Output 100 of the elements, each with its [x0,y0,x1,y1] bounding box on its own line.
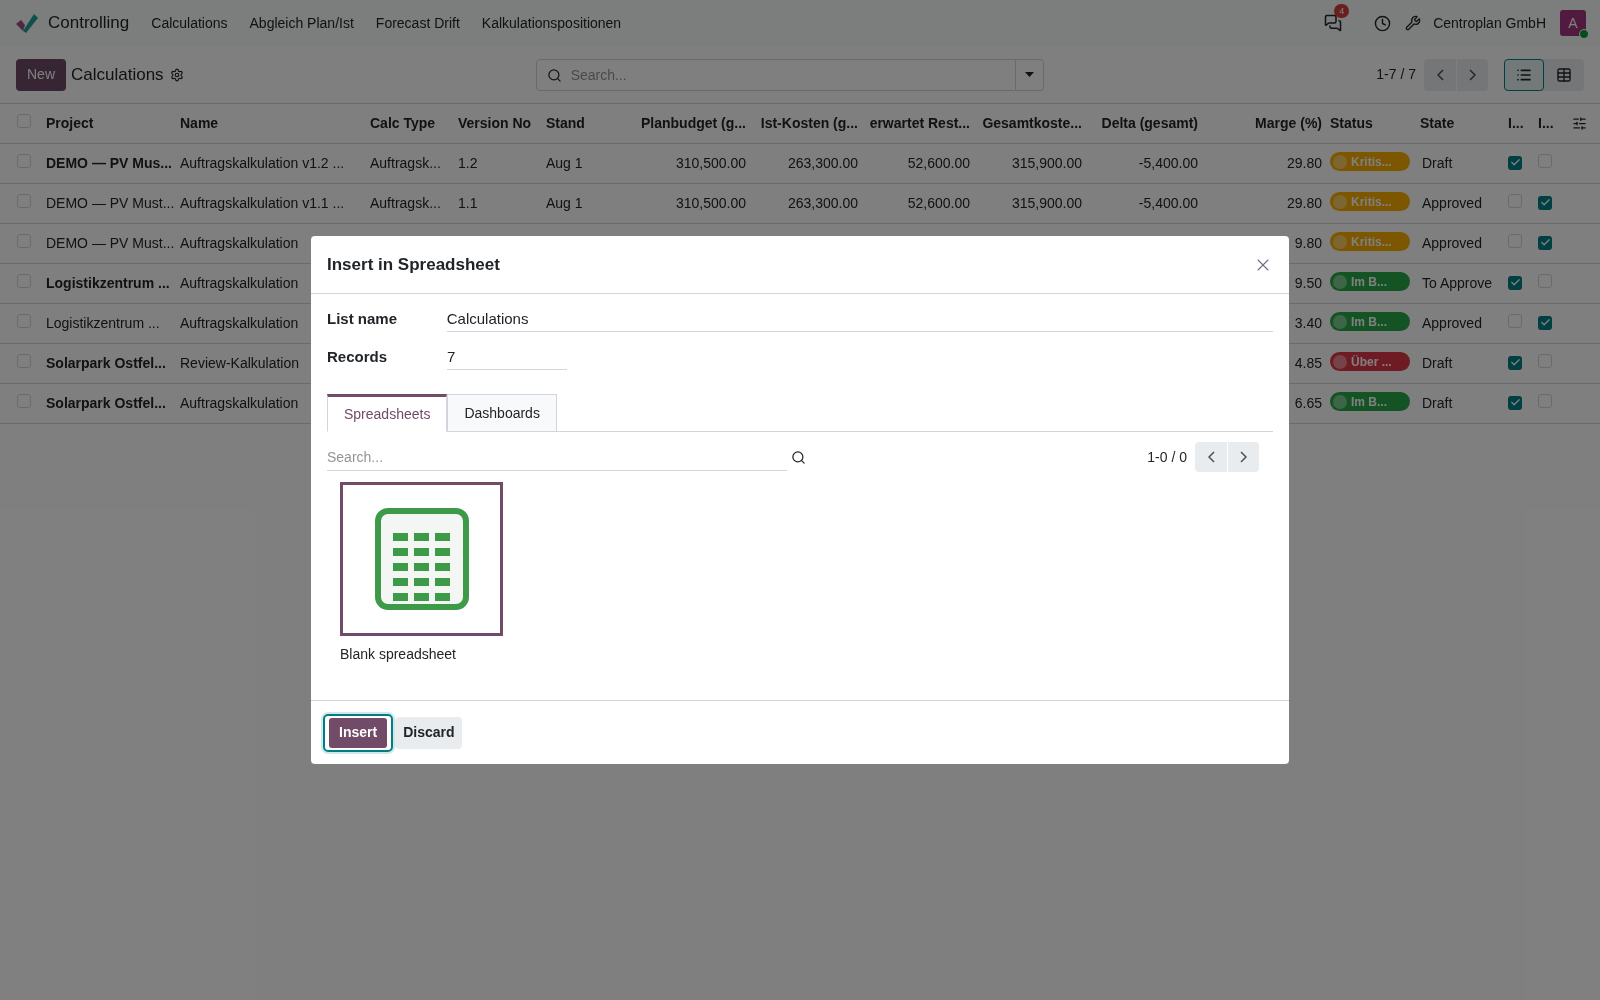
menu-item[interactable]: Abgleich Plan/Ist [249,12,354,34]
column-header[interactable]: Delta (gesamt) [1088,113,1204,134]
checkbox[interactable] [1508,275,1522,290]
menu-item[interactable]: Kalkulationspositionen [481,12,622,34]
table-cell: Auftragskalkulation [180,315,299,331]
spreadsheet-card[interactable] [340,482,503,636]
pager-text: 1-0 / 0 [1147,447,1187,467]
app-name[interactable]: Controlling [48,10,130,36]
list-view-button[interactable] [1504,58,1544,91]
discard-button[interactable]: Discard [395,716,463,749]
table-cell: Solarpark Ostfel... [46,355,166,371]
menu-item[interactable]: Calculations [151,12,228,34]
chat-icon[interactable] [1324,14,1343,32]
pager-text: 1-7 / 7 [1376,65,1416,84]
checkbox[interactable] [1538,235,1552,250]
checkbox[interactable] [1538,195,1552,210]
table-cell: 9.80 [1294,235,1322,251]
table-cell: 52,600.00 [907,155,970,171]
page-title: Calculations [71,63,164,86]
search-dropdown-toggle[interactable] [1015,58,1044,91]
field-label: List name [327,308,399,329]
caret-icon [1024,72,1034,77]
column-header[interactable]: Status [1328,113,1418,134]
user-avatar[interactable]: A [1560,10,1586,36]
table-cell: Logistikzentrum ... [46,275,170,291]
table-cell: Solarpark Ostfel... [46,395,166,411]
chevron-left-icon [1207,451,1215,463]
table-cell-text: Draft [1421,154,1454,173]
settings-icon[interactable] [169,67,184,82]
table-cell: Auftragsk... [370,155,441,171]
column-header[interactable]: I... [1506,113,1536,134]
checkbox[interactable] [1508,155,1522,170]
column-header[interactable]: Version No [456,113,544,134]
tools-icon[interactable] [1405,15,1422,31]
table-cell: Logistikzentrum ... [46,315,160,331]
status-badge: Im B... [1330,272,1410,292]
checkbox[interactable] [1508,355,1522,370]
table-cell: DEMO — PV Mus... [46,155,172,171]
table-cell: 315,900.00 [1011,195,1082,211]
table-cell: -5,400.00 [1138,195,1198,211]
table-cell-text: Approved [1421,234,1483,253]
table-cell: Aug 1 [546,195,583,211]
notification-badge: 4 [1334,4,1350,18]
column-header[interactable]: Gesamtkoste... [976,113,1088,134]
table-cell: Auftragskalkulation [180,275,299,291]
column-header[interactable]: Calc Type [368,113,456,134]
column-header[interactable]: State [1418,113,1506,134]
tab[interactable]: Spreadsheets [327,394,448,432]
table-cell: Auftragskalkulation [180,235,299,251]
table-cell-text: Draft [1421,354,1454,373]
column-header[interactable]: Project [44,113,178,134]
table-cell: 263,300.00 [787,195,858,211]
table-cell: 310,500.00 [675,155,746,171]
column-header[interactable]: Planbudget (g... [640,113,752,134]
chevron-right-icon [1240,451,1247,463]
table-cell: 1.1 [458,195,478,211]
column-header[interactable]: Marge (%) [1204,113,1328,134]
table-cell-text: Draft [1421,394,1454,413]
status-badge: Im B... [1330,392,1410,412]
chevron-right-icon [1469,68,1476,81]
table-cell: 29.80 [1286,195,1322,211]
column-header[interactable]: Stand [544,113,640,134]
table-cell: Auftragskalkulation [180,395,299,411]
table-cell: Auftragskalkulation v1.1 ... [180,195,345,211]
new-button[interactable]: New [16,58,66,91]
company-name[interactable]: Centroplan GmbH [1433,12,1546,34]
table-cell: Review-Kalkulation [180,355,300,371]
clock-icon[interactable] [1374,14,1392,32]
status-badge: Im B... [1330,312,1410,332]
menu-item[interactable]: Forecast Drift [375,12,460,34]
column-settings-icon[interactable] [1572,116,1587,131]
status-badge: Kritis... [1330,152,1410,172]
checkbox[interactable] [1538,315,1552,330]
chevron-left-icon [1436,68,1444,81]
table-cell: Auftragskalkulation v1.2 ... [180,155,345,171]
column-header[interactable]: Name [178,113,368,134]
dialog-title: Insert in Spreadsheet [327,253,501,276]
column-header[interactable]: erwartet Rest... [864,113,976,134]
table-cell: -5,400.00 [1138,155,1198,171]
text-field[interactable]: 7 [447,344,567,370]
column-header[interactable]: I... [1536,113,1566,134]
table-cell-text: Approved [1421,314,1483,333]
table-cell: 315,900.00 [1011,155,1082,171]
checkbox[interactable] [1508,395,1522,410]
search-field[interactable]: Search... [327,443,787,471]
status-badge: Über ... [1330,352,1410,372]
tab[interactable]: Dashboards [447,394,557,432]
search-icon[interactable] [791,449,806,465]
spreadsheet-icon [374,508,469,610]
text-field[interactable]: Calculations [446,306,1273,332]
table-cell-text: Approved [1421,194,1483,213]
card-label: Blank spreadsheet [340,645,457,664]
insert-button[interactable]: Insert [323,713,394,752]
table-cell: 6.65 [1294,395,1322,411]
table-cell: 4.85 [1294,355,1322,371]
table-cell: 9.50 [1294,275,1322,291]
table-cell: 1.2 [458,155,478,171]
search-icon [546,67,562,83]
table-cell: 310,500.00 [675,195,746,211]
column-header[interactable]: Ist-Kosten (g... [752,113,864,134]
